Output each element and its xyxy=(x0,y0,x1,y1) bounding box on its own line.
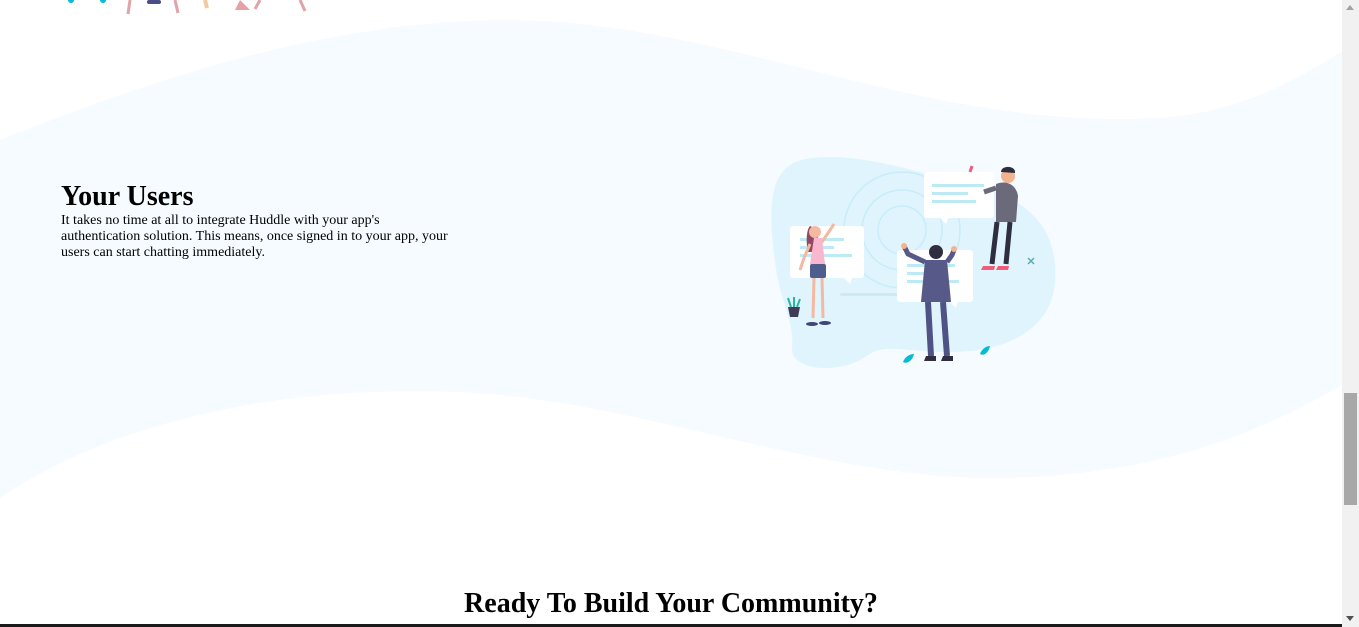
wave-background xyxy=(0,20,1342,499)
previous-section-illustration xyxy=(68,0,307,15)
page: Your Users It takes no time at all to in… xyxy=(0,0,1342,627)
section-description: It takes no time at all to integrate Hud… xyxy=(61,213,448,260)
cta-title: Ready To Build Your Community? xyxy=(464,588,878,619)
section-title: Your Users xyxy=(61,181,194,212)
scroll-down-arrow-icon[interactable] xyxy=(1346,616,1354,621)
scrollbar-thumb[interactable] xyxy=(1344,393,1357,505)
vertical-scrollbar[interactable] xyxy=(1342,0,1359,627)
scroll-up-arrow-icon[interactable] xyxy=(1346,5,1354,10)
your-users-illustration xyxy=(771,157,1056,369)
